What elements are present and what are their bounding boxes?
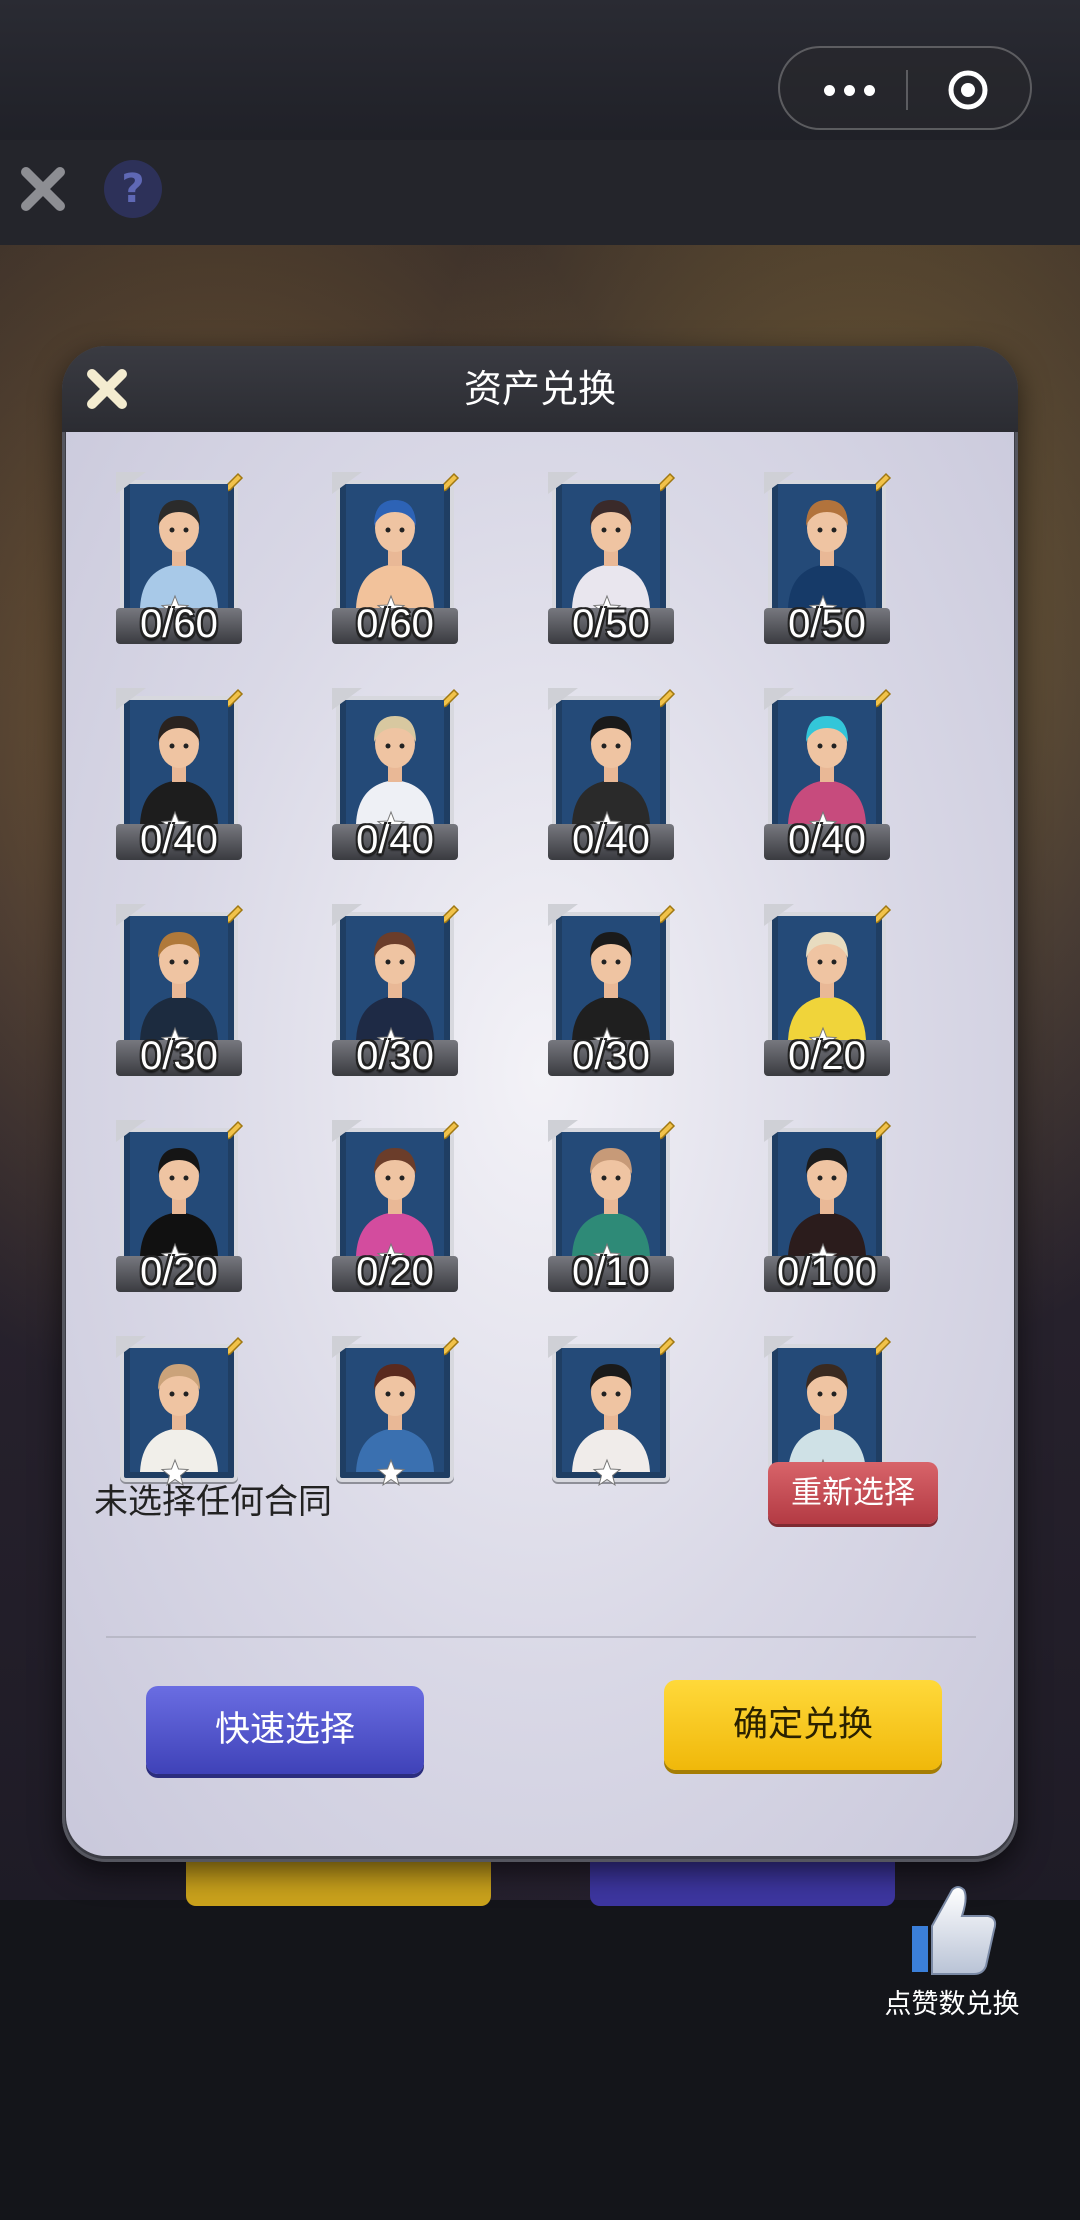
character-portrait (562, 1348, 660, 1472)
character-portrait (346, 700, 444, 824)
more-dots-icon[interactable] (818, 72, 888, 108)
character-portrait (778, 916, 876, 1040)
character-portrait (778, 700, 876, 824)
character-portrait (562, 484, 660, 608)
card-count: 0/40 (356, 818, 434, 862)
character-portrait (562, 700, 660, 824)
dialog-title: 资产兑换 (463, 367, 616, 411)
character-portrait (778, 1348, 876, 1472)
reselect-button[interactable]: 重新选择 (768, 1462, 938, 1524)
card-count: 0/20 (356, 1250, 434, 1294)
character-portrait (778, 484, 876, 608)
contract-card[interactable]: 0/30 (548, 904, 676, 1078)
character-portrait (346, 1132, 444, 1256)
contract-card[interactable]: 0/100 (764, 1120, 892, 1294)
character-portrait (130, 1348, 228, 1472)
card-count: 0/60 (356, 602, 434, 646)
close-x-icon[interactable] (16, 162, 70, 216)
card-count: 0/30 (572, 1034, 650, 1078)
contract-card[interactable]: 0/50 (548, 472, 676, 646)
character-portrait (346, 484, 444, 608)
card-count: 0/50 (788, 602, 866, 646)
card-count: 0/30 (140, 1034, 218, 1078)
contract-card[interactable]: 0/10 (548, 1120, 676, 1294)
dialog-body: 0/60 0/60 0/50 0/50 0/40 0/40 0/40 0/40 0/30 0/30… (66, 432, 1014, 1856)
card-count: 0/30 (356, 1034, 434, 1078)
contract-card[interactable]: 0/40 (548, 688, 676, 862)
contract-card[interactable] (332, 1336, 460, 1508)
card-count: 0/10 (572, 1250, 650, 1294)
character-portrait (130, 1132, 228, 1256)
contract-card[interactable]: 0/40 (764, 688, 892, 862)
card-count: 0/20 (788, 1034, 866, 1078)
card-count: 0/20 (140, 1250, 218, 1294)
contract-card[interactable]: 0/40 (332, 688, 460, 862)
quick-select-button[interactable]: 快速选择 (146, 1686, 424, 1774)
help-button[interactable]: ? (104, 160, 162, 218)
contract-card[interactable]: 0/40 (116, 688, 244, 862)
contract-card[interactable]: 0/20 (332, 1120, 460, 1294)
character-portrait (346, 916, 444, 1040)
card-count: 0/40 (788, 818, 866, 862)
character-portrait (130, 916, 228, 1040)
close-x-icon[interactable] (84, 366, 130, 412)
thumbs-up-icon (912, 1886, 997, 1975)
card-count: 0/60 (140, 602, 218, 646)
contract-card[interactable]: 0/20 (116, 1120, 244, 1294)
card-count: 0/100 (776, 1250, 878, 1294)
like-exchange-button[interactable]: 点赞数兑换 (862, 1882, 1042, 2022)
target-circle-icon[interactable] (946, 68, 990, 112)
character-portrait (346, 1348, 444, 1472)
contract-card[interactable]: 0/50 (764, 472, 892, 646)
character-portrait (130, 484, 228, 608)
contract-card[interactable]: 0/60 (116, 472, 244, 646)
character-portrait (778, 1132, 876, 1256)
contract-card-grid[interactable]: 0/60 0/60 0/50 0/50 0/40 0/40 0/40 0/40 0/30 0/30… (116, 432, 976, 1534)
star-icon (592, 1458, 622, 1487)
card-count: 0/40 (572, 818, 650, 862)
miniprogram-capsule (778, 46, 1032, 130)
contract-card[interactable] (548, 1336, 676, 1508)
contract-card[interactable]: 0/20 (764, 904, 892, 1078)
card-count: 0/40 (140, 818, 218, 862)
confirm-exchange-button[interactable]: 确定兑换 (664, 1680, 942, 1770)
like-exchange-label: 点赞数兑换 (884, 1989, 1020, 2020)
divider (106, 1636, 976, 1638)
selection-status: 未选择任何合同 (94, 1482, 332, 1522)
asset-exchange-dialog: 资产兑换 0/60 0/60 0/50 0/50 0/40 0/40 0/40 0/40 0/3… (62, 346, 1018, 1862)
character-portrait (562, 916, 660, 1040)
contract-card[interactable]: 0/30 (116, 904, 244, 1078)
contract-card[interactable]: 0/60 (332, 472, 460, 646)
character-portrait (562, 1132, 660, 1256)
character-portrait (130, 700, 228, 824)
star-icon (376, 1458, 406, 1487)
contract-card[interactable]: 0/30 (332, 904, 460, 1078)
card-count: 0/50 (572, 602, 650, 646)
